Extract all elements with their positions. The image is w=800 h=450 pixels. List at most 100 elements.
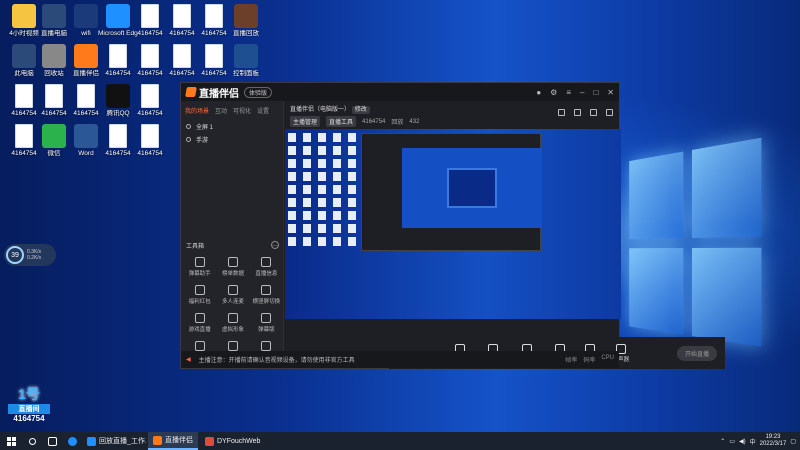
stream-meta-item[interactable]: 主播管理 xyxy=(290,116,321,127)
stream-actions xyxy=(558,109,613,116)
maximize-icon[interactable]: □ xyxy=(593,88,598,97)
desktop-app-icon[interactable]: 控制面板 xyxy=(226,44,266,77)
left-tab[interactable]: 互动 xyxy=(215,106,227,115)
preview-icon xyxy=(318,211,326,220)
tool-icon xyxy=(261,341,272,351)
clock[interactable]: 19:23 2022/3/17 xyxy=(760,434,787,448)
status-warning: 主播注意：开播前请确认音视频设备，请勿使用非官方工具 xyxy=(198,358,355,364)
preview-icon xyxy=(288,211,296,220)
file-icon xyxy=(173,4,191,28)
edge-icon[interactable] xyxy=(65,432,79,450)
tool-item[interactable]: 弹幕助手 xyxy=(183,257,216,277)
windows-wallpaper-logo xyxy=(629,136,773,365)
grid-icon[interactable] xyxy=(574,109,581,116)
tool-item[interactable]: 福利红包 xyxy=(183,285,216,305)
app-icon xyxy=(234,44,258,68)
file-icon xyxy=(141,84,159,108)
taskbar-app[interactable]: 直播伴侣 xyxy=(148,432,198,450)
network-speed-widget[interactable]: 39 0.3K/s 0.2K/s xyxy=(4,244,56,266)
left-tab[interactable]: 可视化 xyxy=(233,106,251,115)
tray-up-icon[interactable]: ⌃ xyxy=(720,438,725,445)
file-icon xyxy=(109,124,127,148)
preview-recursive-screen xyxy=(447,168,497,208)
app-icon xyxy=(12,44,36,68)
search-icon[interactable] xyxy=(25,432,39,450)
edit-stream-button[interactable]: 修改 xyxy=(351,106,370,114)
taskbar-app[interactable]: DYFouchWeb xyxy=(200,432,264,450)
input-method-icon[interactable]: 中 xyxy=(750,437,756,446)
status-metric: 帧率 xyxy=(565,358,578,364)
menu-icon[interactable]: ≡ xyxy=(566,88,571,97)
preview-icon xyxy=(348,159,356,168)
network-icon[interactable]: ▭ xyxy=(729,438,735,445)
desktop-icon-label: 控制面板 xyxy=(233,70,259,77)
notification-icon[interactable]: ▢ xyxy=(790,438,796,445)
stream-meta-item[interactable]: 直播工具 xyxy=(326,116,357,127)
gift-icon[interactable] xyxy=(558,109,565,116)
scene-list: 全屏 1 手游 xyxy=(181,120,283,146)
start-button[interactable] xyxy=(0,432,22,450)
app-icon xyxy=(42,4,66,28)
tool-item[interactable]: 弹幕版 xyxy=(250,313,283,333)
tool-label: 多人连麦 xyxy=(221,299,244,305)
tool-item[interactable]: 榜单数据 xyxy=(216,257,249,277)
tool-item[interactable]: 横竖屏切换 xyxy=(250,285,283,305)
add-tool-icon[interactable]: … xyxy=(271,241,279,249)
stream-title: 直播伴侣（电脑版一） xyxy=(290,107,351,113)
tool-item[interactable]: 直播信息 xyxy=(250,257,283,277)
app-icon xyxy=(42,44,66,68)
tool-item[interactable]: 游戏直播 xyxy=(183,313,216,333)
tool-item[interactable]: 多人连麦 xyxy=(216,285,249,305)
taskbar: 回放直播_工作... 直播伴侣 DYFouchWeb ⌃ ▭ ◀) 中 19:23 … xyxy=(0,432,800,450)
share-icon[interactable] xyxy=(606,109,613,116)
taskbar-app[interactable]: 回放直播_工作... xyxy=(82,432,146,450)
stream-preview[interactable] xyxy=(285,129,621,319)
taskbar-app-label: 直播伴侣 xyxy=(165,437,193,444)
visibility-icon[interactable] xyxy=(186,137,191,142)
desktop-app-icon[interactable]: 直播回放 xyxy=(226,4,266,37)
preview-icon xyxy=(318,133,326,142)
file-icon xyxy=(205,4,223,28)
window-controls: ● ⚙ ≡ – □ ✕ xyxy=(536,88,614,97)
desktop-file-icon[interactable]: 4164754 xyxy=(130,84,170,117)
preview-icon xyxy=(333,185,341,194)
preview-icon xyxy=(303,159,311,168)
file-icon xyxy=(15,84,33,108)
avatar-icon[interactable]: ● xyxy=(536,88,541,97)
visibility-icon[interactable] xyxy=(186,124,191,129)
stream-meta: 主播管理 直播工具 4164754 回放 432 xyxy=(290,116,616,127)
left-tab[interactable]: 我的场景 xyxy=(185,106,209,115)
version-pill[interactable]: 体验版 xyxy=(244,86,273,98)
preview-icon xyxy=(348,172,356,181)
settings-icon[interactable]: ⚙ xyxy=(550,88,557,97)
desktop-file-icon[interactable]: 4164754 xyxy=(130,124,170,157)
volume-icon[interactable]: ◀) xyxy=(739,438,746,445)
minimize-icon[interactable]: – xyxy=(580,88,584,97)
app-icon xyxy=(42,124,66,148)
left-tab[interactable]: 设置 xyxy=(257,106,269,115)
system-tray: ⌃ ▭ ◀) 中 19:23 2022/3/17 ▢ xyxy=(720,434,800,448)
tool-icon xyxy=(194,285,205,295)
stream-meta-item: 432 xyxy=(409,118,420,125)
app-icon xyxy=(234,4,258,28)
task-view-icon[interactable] xyxy=(45,432,59,450)
close-icon[interactable]: ✕ xyxy=(607,88,614,97)
preview-icon xyxy=(303,133,311,142)
logo-mark-icon xyxy=(185,87,197,97)
scene-item[interactable]: 全屏 1 xyxy=(181,120,283,133)
tool-item[interactable]: 虚拟形象 xyxy=(216,313,249,333)
app-icon xyxy=(106,84,130,108)
tool-label: 弹幕版 xyxy=(258,327,275,333)
preview-icon xyxy=(348,198,356,207)
preview-icon xyxy=(318,146,326,155)
file-icon xyxy=(45,84,63,108)
scene-label: 手游 xyxy=(196,138,209,144)
file-icon xyxy=(15,124,33,148)
go-live-button[interactable]: 开始直播 xyxy=(676,345,717,361)
taskbar-app-label: DYFouchWeb xyxy=(217,437,261,445)
bell-icon[interactable] xyxy=(590,109,597,116)
preview-icon xyxy=(303,211,311,220)
scene-item[interactable]: 手游 xyxy=(181,133,283,146)
status-metric: 码率 xyxy=(583,358,596,364)
app-titlebar: 直播伴侣 体验版 ● ⚙ ≡ – □ ✕ xyxy=(181,83,619,101)
